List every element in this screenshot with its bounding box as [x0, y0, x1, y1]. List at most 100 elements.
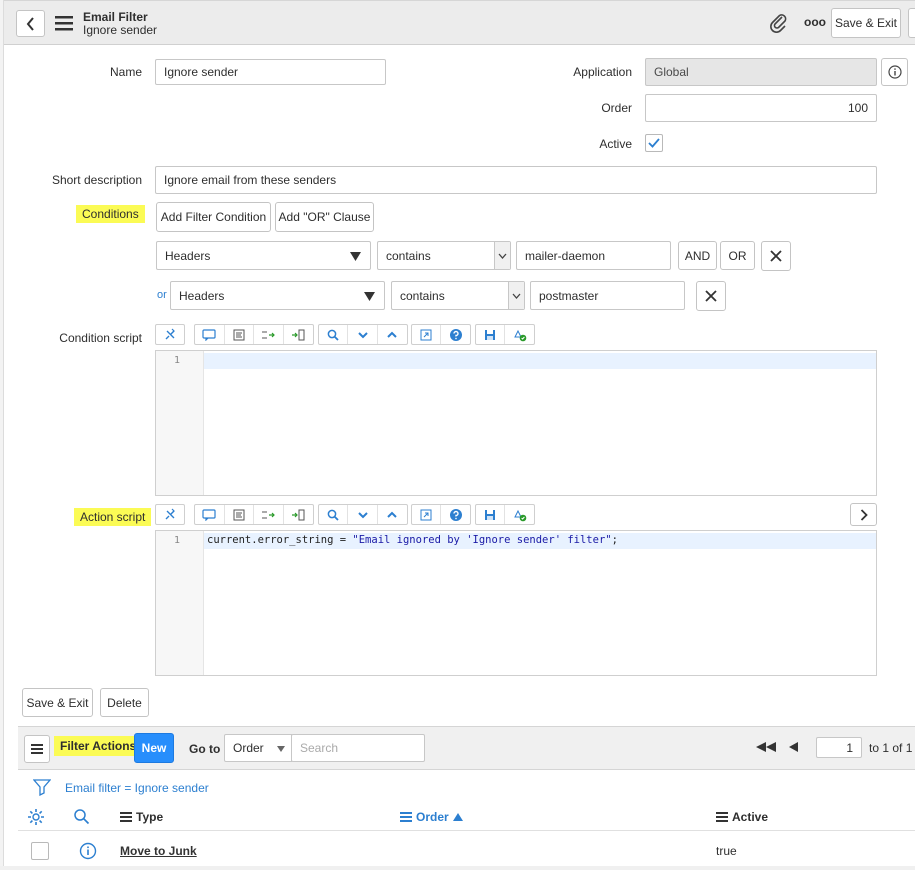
search-icon[interactable]: [319, 325, 349, 344]
goto-field-select[interactable]: Order: [224, 734, 292, 762]
conditions-label-text: Conditions: [76, 205, 145, 223]
help-icon[interactable]: [441, 325, 470, 344]
script-check-icon[interactable]: [505, 505, 534, 524]
caret-down-icon: [364, 292, 375, 301]
delete-button[interactable]: Delete: [100, 688, 149, 717]
replace-all-icon[interactable]: [284, 505, 313, 524]
condition-1-and-button[interactable]: AND: [678, 241, 717, 270]
row-info-icon[interactable]: [79, 842, 97, 863]
line-number: 1: [173, 355, 180, 366]
filter-breadcrumb[interactable]: Email filter = Ignore sender: [65, 781, 209, 795]
add-filter-condition-button[interactable]: Add Filter Condition: [156, 202, 271, 232]
comment-icon[interactable]: [195, 505, 225, 524]
column-header-order[interactable]: Order: [400, 810, 463, 824]
hamburger-menu-icon: [31, 744, 43, 754]
save-icon[interactable]: [476, 505, 506, 524]
bottom-strip: [0, 866, 915, 870]
condition-1-field-select[interactable]: Headers: [156, 241, 371, 270]
page-number-input[interactable]: 1: [816, 737, 862, 758]
condition-2-operator-select[interactable]: contains: [391, 281, 525, 310]
current-line-highlight: [204, 353, 876, 369]
application-info-button[interactable]: [881, 58, 908, 86]
save-icon[interactable]: [476, 325, 506, 344]
new-button[interactable]: New: [134, 733, 174, 763]
filter-funnel-icon[interactable]: [32, 778, 52, 799]
form-header: Email Filter Ignore sender ooo Save & Ex…: [4, 0, 915, 45]
name-input[interactable]: Ignore sender: [155, 59, 386, 85]
format-code-icon[interactable]: [225, 505, 254, 524]
condition-2-field-select[interactable]: Headers: [170, 281, 385, 310]
format-code-icon[interactable]: [225, 325, 254, 344]
column-menu-icon: [120, 812, 132, 822]
column-menu-icon: [716, 812, 728, 822]
script-check-icon[interactable]: [505, 325, 534, 344]
list-settings-gear-icon[interactable]: [27, 808, 45, 829]
condition-script-label: Condition script: [59, 331, 142, 345]
condition-script-toolbar-group-3: [411, 324, 471, 345]
back-button[interactable]: [16, 10, 45, 37]
chevron-down-icon[interactable]: [348, 505, 378, 524]
replace-icon[interactable]: [254, 505, 284, 524]
condition-1-operator-value: contains: [386, 248, 431, 263]
code-prefix: current.error_string =: [207, 534, 353, 546]
condition-script-toolbar-group-1: [194, 324, 314, 345]
condition-2-value-input[interactable]: postmaster: [530, 281, 685, 310]
column-menu-icon: [400, 812, 412, 822]
short-description-label: Short description: [51, 173, 142, 187]
condition-script-toolbar-group-2: [318, 324, 408, 345]
condition-1-field-value: Headers: [165, 248, 211, 263]
condition-script-editor[interactable]: 1: [155, 350, 877, 496]
line-number: 1: [173, 535, 180, 546]
chevron-up-icon[interactable]: [378, 505, 407, 524]
condition-1-or-button[interactable]: OR: [720, 241, 755, 270]
list-menu-button[interactable]: [24, 735, 50, 763]
short-description-input[interactable]: Ignore email from these senders: [155, 166, 877, 194]
chevron-down-icon: [494, 242, 510, 269]
condition-1-value-input[interactable]: mailer-daemon: [516, 241, 671, 270]
caret-down-icon: [277, 746, 285, 752]
save-exit-button[interactable]: Save & Exit: [22, 688, 93, 717]
fullscreen-icon[interactable]: [412, 505, 442, 524]
row-select-checkbox[interactable]: [31, 842, 49, 860]
application-label: Application: [573, 65, 632, 79]
help-icon[interactable]: [441, 505, 470, 524]
hamburger-menu-icon[interactable]: [54, 14, 74, 32]
action-script-editor[interactable]: 1 current.error_string = "Email ignored …: [155, 530, 877, 676]
header-overflow-button[interactable]: [908, 8, 915, 38]
replace-all-icon[interactable]: [284, 325, 313, 344]
replace-icon[interactable]: [254, 325, 284, 344]
action-script-toolbar-toggle[interactable]: [155, 504, 185, 525]
expand-script-button[interactable]: [850, 503, 877, 526]
condition-1-operator-select[interactable]: contains: [377, 241, 511, 270]
comment-icon[interactable]: [195, 325, 225, 344]
active-label: Active: [599, 137, 632, 151]
search-icon[interactable]: [319, 505, 349, 524]
chevron-up-icon[interactable]: [378, 325, 407, 344]
syntax-toggle-icon[interactable]: [156, 325, 184, 344]
syntax-toggle-icon[interactable]: [156, 505, 184, 524]
previous-page-icon[interactable]: [788, 741, 799, 756]
list-search-input[interactable]: Search: [291, 734, 425, 762]
condition-script-toolbar-toggle[interactable]: [155, 324, 185, 345]
order-label: Order: [601, 101, 632, 115]
action-script-code: current.error_string = "Email ignored by…: [207, 534, 618, 546]
condition-2-remove-button[interactable]: [696, 281, 726, 311]
active-checkbox[interactable]: [645, 134, 663, 152]
first-page-icon[interactable]: [755, 741, 777, 756]
order-input[interactable]: 100: [645, 94, 877, 122]
column-header-active[interactable]: Active: [716, 810, 768, 824]
attachment-icon[interactable]: [769, 13, 789, 33]
condition-1-remove-button[interactable]: [761, 241, 791, 271]
related-list-header: Filter Actions New Go to Order Search 1 …: [18, 726, 915, 770]
more-options-button[interactable]: ooo: [804, 15, 826, 29]
row-active-value: true: [716, 844, 737, 858]
add-or-clause-button[interactable]: Add "OR" Clause: [275, 202, 374, 232]
fullscreen-icon[interactable]: [412, 325, 442, 344]
chevron-down-icon[interactable]: [348, 325, 378, 344]
list-search-icon[interactable]: [73, 808, 90, 828]
editor-gutter: [156, 531, 204, 675]
conditions-label: Conditions: [76, 205, 145, 223]
column-header-type[interactable]: Type: [120, 810, 163, 824]
row-type-link[interactable]: Move to Junk: [120, 844, 197, 858]
save-exit-header-button[interactable]: Save & Exit: [831, 8, 901, 38]
